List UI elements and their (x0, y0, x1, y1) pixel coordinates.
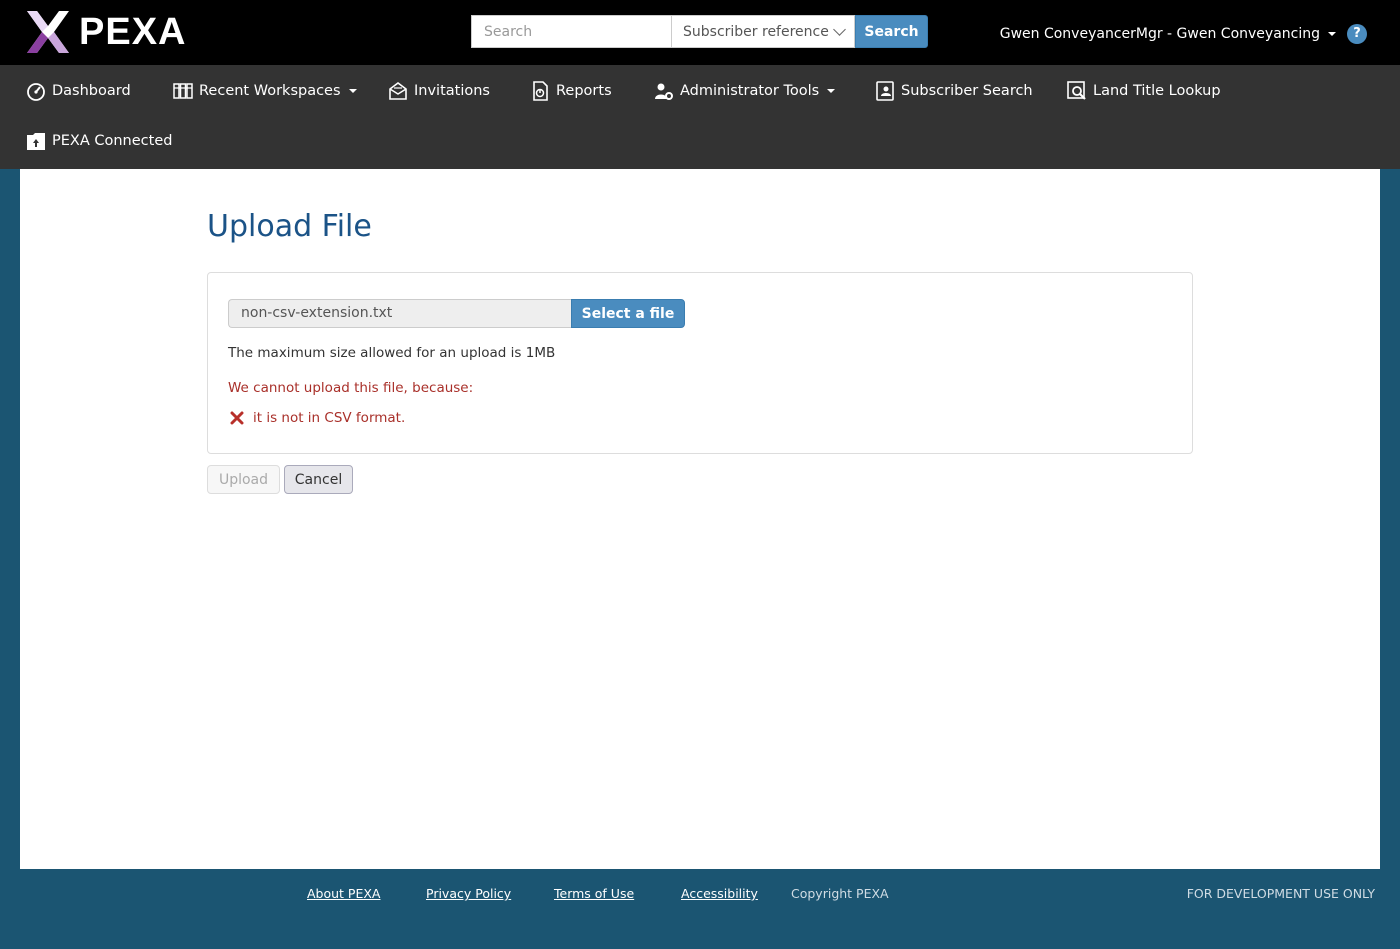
workspaces-icon (173, 83, 193, 99)
nav-label: Dashboard (52, 83, 131, 99)
error-item: it is not in CSV format. (230, 410, 405, 426)
dashboard-icon (27, 83, 45, 101)
caret-down-icon (348, 89, 357, 93)
nav-invitations[interactable]: Invitations (388, 80, 490, 102)
nav-pexa-connected[interactable]: PEXA Connected (26, 130, 172, 152)
nav-land-title-lookup[interactable]: Land Title Lookup (1067, 80, 1221, 102)
chevron-down-icon (833, 22, 846, 36)
nav-dashboard[interactable]: Dashboard (26, 80, 131, 102)
pexa-logo[interactable]: PEXA (25, 8, 186, 56)
error-heading: We cannot upload this file, because: (228, 380, 474, 396)
land-title-lookup-icon (1067, 81, 1086, 100)
user-menu[interactable]: Gwen ConveyancerMgr - Gwen Conveyancing (1000, 24, 1336, 44)
nav-label: Subscriber Search (901, 83, 1033, 99)
caret-down-icon (827, 89, 836, 93)
environment-notice: FOR DEVELOPMENT USE ONLY (1186, 886, 1375, 901)
search-button[interactable]: Search (855, 15, 928, 48)
nav-subscriber-search[interactable]: Subscriber Search (875, 80, 1033, 102)
pexa-logo-mark-icon (27, 11, 69, 53)
footer-link-accessibility[interactable]: Accessibility (681, 886, 758, 901)
footer-link-terms[interactable]: Terms of Use (554, 886, 634, 901)
error-text: it is not in CSV format. (253, 410, 406, 426)
upload-panel: non-csv-extension.txt Select a file The … (207, 272, 1193, 454)
nav-reports[interactable]: Reports (530, 80, 612, 102)
nav-label: Reports (556, 83, 612, 99)
file-picker: non-csv-extension.txt Select a file (228, 299, 685, 328)
select-file-button[interactable]: Select a file (571, 299, 685, 328)
error-x-icon (230, 411, 244, 425)
main-nav: Dashboard Recent Workspaces Invitations … (0, 65, 1400, 169)
admin-tools-icon (655, 83, 673, 100)
nav-administrator-tools[interactable]: Administrator Tools (654, 80, 836, 102)
footer-copyright: Copyright PEXA (791, 886, 889, 901)
caret-down-icon (1328, 32, 1336, 36)
search-type-select[interactable]: Subscriber reference (671, 15, 855, 48)
upload-button[interactable]: Upload (207, 465, 280, 494)
page-title: Upload File (207, 209, 372, 244)
reports-icon (533, 81, 548, 101)
selected-file-name[interactable]: non-csv-extension.txt (228, 299, 571, 328)
help-icon[interactable]: ? (1347, 24, 1367, 44)
nav-label: Land Title Lookup (1093, 83, 1221, 99)
subscriber-search-icon (876, 81, 894, 101)
user-name: Gwen ConveyancerMgr - Gwen Conveyancing (999, 26, 1320, 42)
nav-label: Administrator Tools (680, 83, 820, 99)
footer: About PEXA Privacy Policy Terms of Use A… (0, 869, 1400, 949)
top-header: PEXA Subscriber reference Search Gwen Co… (0, 0, 1400, 65)
nav-label: PEXA Connected (52, 133, 173, 149)
logo-text: PEXA (79, 11, 187, 53)
form-actions: Upload Cancel (207, 465, 353, 494)
search-bar: Subscriber reference Search (471, 15, 928, 48)
nav-label: Recent Workspaces (199, 83, 341, 99)
footer-link-about[interactable]: About PEXA (307, 886, 380, 901)
cancel-button[interactable]: Cancel (284, 465, 353, 494)
search-input[interactable] (471, 15, 671, 48)
nav-recent-workspaces[interactable]: Recent Workspaces (173, 80, 357, 102)
pexa-connected-icon (27, 133, 45, 150)
invitations-icon (389, 82, 407, 100)
nav-label: Invitations (414, 83, 490, 99)
search-type-value: Subscriber reference (683, 23, 829, 40)
max-size-note: The maximum size allowed for an upload i… (228, 345, 556, 361)
footer-link-privacy[interactable]: Privacy Policy (426, 886, 511, 901)
main-content: Upload File non-csv-extension.txt Select… (20, 169, 1380, 869)
